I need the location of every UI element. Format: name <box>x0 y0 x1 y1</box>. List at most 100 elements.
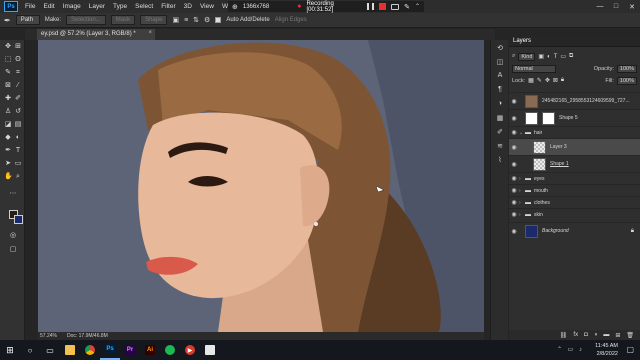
lock-paint-icon[interactable]: ✎ <box>537 77 542 84</box>
new-layer-icon[interactable]: ⊞ <box>615 332 620 339</box>
swatches-icon[interactable]: ▦ <box>495 114 505 123</box>
maximize-button[interactable]: □ <box>608 0 624 13</box>
visibility-eye-icon[interactable]: ◉ <box>509 199 519 206</box>
path-operations-icon[interactable]: ▣ <box>172 16 179 24</box>
blend-mode-select[interactable]: Normal <box>512 64 556 73</box>
visibility-eye-icon[interactable]: ◉ <box>509 129 519 136</box>
pause-icon[interactable] <box>367 3 375 10</box>
layer-group-row[interactable]: ◉ ⌄ ▬ hair <box>509 126 640 138</box>
layers-panel-title[interactable]: Layers <box>509 36 640 47</box>
brush-tool-icon[interactable]: ✐ <box>14 95 22 103</box>
lock-all-icon[interactable]: 🔒︎ <box>561 77 564 84</box>
fill-input[interactable]: 100% <box>616 76 637 85</box>
clone-stamp-tool-icon[interactable]: ♙ <box>4 108 12 116</box>
visibility-eye-icon[interactable]: ◉ <box>509 175 519 182</box>
frame-tool-icon[interactable]: ⊠ <box>4 82 12 90</box>
dodge-tool-icon[interactable]: ◐ <box>14 134 22 142</box>
premiere-button[interactable]: Pr <box>120 340 140 360</box>
visibility-eye-icon[interactable]: ◉ <box>509 187 519 194</box>
camera-icon[interactable] <box>391 3 400 10</box>
visibility-eye-icon[interactable]: ◉ <box>509 211 519 218</box>
recorder-target-icon[interactable]: ⊕ <box>232 3 238 11</box>
history-icon[interactable]: ⟲ <box>495 44 505 53</box>
system-tray-icons[interactable]: ⌃ ▭ ♪ <box>557 346 584 353</box>
link-layers-icon[interactable]: ⛓ <box>560 332 568 339</box>
add-mask-icon[interactable]: ◘ <box>584 332 588 338</box>
visibility-eye-icon[interactable]: ◉ <box>509 115 519 122</box>
visibility-eye-icon[interactable]: ◉ <box>509 144 519 151</box>
chrome-button[interactable] <box>80 340 100 360</box>
menu-3d[interactable]: 3D <box>180 3 196 10</box>
paths-icon[interactable]: ⌇ <box>495 156 505 165</box>
opacity-input[interactable]: 100% <box>616 64 637 73</box>
background-color-swatch[interactable] <box>14 215 23 224</box>
visibility-eye-icon[interactable]: ◉ <box>509 228 519 235</box>
spotify-button[interactable] <box>160 340 180 360</box>
photoshop-button[interactable]: Ps <box>100 340 120 360</box>
lock-pixels-icon[interactable]: ▦ <box>528 77 534 84</box>
taskbar-clock[interactable]: 11:45 AM 2/8/2022 <box>595 342 618 358</box>
move-tool-icon[interactable]: ✥ <box>4 43 12 51</box>
layer-group-row[interactable]: ◉ › ▬ mouth <box>509 184 640 196</box>
rectangle-tool-icon[interactable]: ▭ <box>14 160 22 168</box>
file-explorer-button[interactable] <box>60 340 80 360</box>
marquee-tool-icon[interactable]: ⬚ <box>4 56 12 64</box>
delete-layer-icon[interactable]: 🗑︎ <box>626 332 634 339</box>
adjustment-layer-icon[interactable]: ◑ <box>594 332 598 338</box>
lasso-tool-icon[interactable]: ʘ <box>14 56 22 64</box>
notepad-button[interactable] <box>200 340 220 360</box>
layer-group-row[interactable]: ◉ › ▬ eyes <box>509 172 640 184</box>
filter-pixel-icon[interactable]: ▣ <box>538 53 544 60</box>
menu-type[interactable]: Type <box>109 3 131 10</box>
history-brush-tool-icon[interactable]: ↺ <box>14 108 22 116</box>
type-tool-icon[interactable]: T <box>14 147 22 155</box>
crop-tool-icon[interactable]: ⌗ <box>14 69 22 77</box>
filter-smart-object-icon[interactable]: ⧉ <box>569 53 573 60</box>
filter-kind-select[interactable]: Kind <box>518 52 536 61</box>
lock-artboard-icon[interactable]: ⊠ <box>553 77 558 84</box>
filter-shape-icon[interactable]: ▭ <box>560 53 566 60</box>
screen-mode-icon[interactable]: ▢ <box>9 246 17 254</box>
new-group-icon[interactable]: ▬ <box>603 332 609 338</box>
notifications-icon[interactable]: ▢ <box>626 345 634 354</box>
gradient-tool-icon[interactable]: ▤ <box>14 121 22 129</box>
pen-tool-icon[interactable]: ✒ <box>4 147 12 155</box>
layer-row[interactable]: ◉ Background 🔒︎ <box>509 222 640 239</box>
auto-add-delete-checkbox[interactable] <box>215 17 222 23</box>
filter-type-icon[interactable]: T <box>554 54 558 60</box>
menu-view[interactable]: View <box>196 3 218 10</box>
eyedropper-tool-icon[interactable]: ⁄ <box>14 82 22 90</box>
close-tab-icon[interactable]: × <box>148 30 152 36</box>
adjustments-icon[interactable]: ◑ <box>495 100 505 109</box>
menu-file[interactable]: File <box>21 3 39 10</box>
character-icon[interactable]: A <box>495 72 505 81</box>
healing-brush-tool-icon[interactable]: ✚ <box>4 95 12 103</box>
pen-tool-icon[interactable]: ✒ <box>4 16 11 25</box>
make-selection-button[interactable]: Selection... <box>66 15 106 25</box>
artboard-tool-icon[interactable]: ⊞ <box>14 43 22 51</box>
layer-group-row[interactable]: ◉ › ▬ skin <box>509 208 640 220</box>
make-mask-button[interactable]: Mask <box>110 15 136 25</box>
layer-row[interactable]: ◉ 245482165_2958553124609599_727... <box>509 92 640 109</box>
lock-position-icon[interactable]: ✥ <box>545 77 550 84</box>
close-button[interactable]: ✕ <box>624 0 640 13</box>
zoom-level[interactable]: 57.24% <box>40 333 57 339</box>
layer-row-selected[interactable]: ◉ Layer 3 <box>509 138 640 155</box>
document-canvas[interactable] <box>38 40 484 332</box>
menu-image[interactable]: Image <box>59 3 85 10</box>
filter-search-icon[interactable]: ⌕ <box>512 53 515 60</box>
zoom-tool-icon[interactable]: ⌕ <box>14 173 22 181</box>
path-arrange-icon[interactable]: ⇅ <box>193 16 199 24</box>
eraser-tool-icon[interactable]: ◪ <box>4 121 12 129</box>
menu-filter[interactable]: Filter <box>157 3 179 10</box>
path-mode-select[interactable]: Path <box>15 15 40 25</box>
path-alignment-icon[interactable]: ≡ <box>184 17 188 24</box>
visibility-eye-icon[interactable]: ◉ <box>509 98 519 105</box>
visibility-eye-icon[interactable]: ◉ <box>509 161 519 168</box>
quick-selection-tool-icon[interactable]: ✎ <box>4 69 12 77</box>
channels-icon[interactable]: ≋ <box>495 142 505 151</box>
media-player-button[interactable]: ▶ <box>180 340 200 360</box>
menu-edit[interactable]: Edit <box>39 3 58 10</box>
quick-mask-icon[interactable]: ◎ <box>9 232 17 240</box>
doc-size[interactable]: Doc: 17.9M/46.8M <box>67 333 108 339</box>
